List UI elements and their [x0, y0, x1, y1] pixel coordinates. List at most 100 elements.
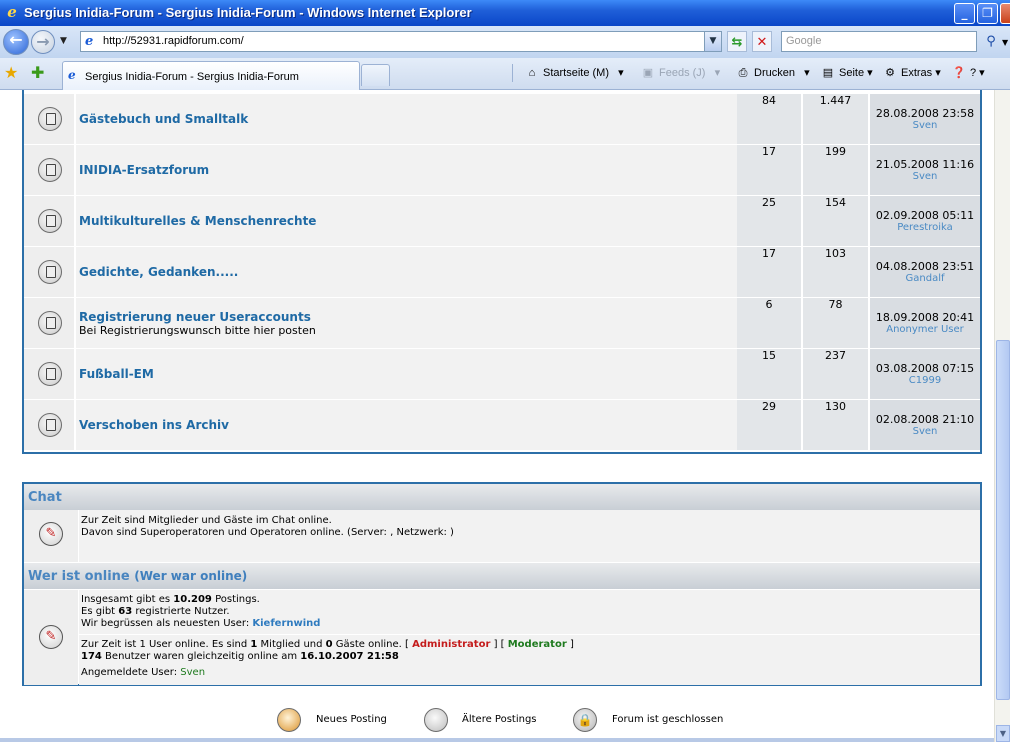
forum-link[interactable]: Gästebuch und Smalltalk	[79, 113, 759, 126]
tab-toolbar: ★ ✚ e Sergius Inidia-Forum - Sergius Ini…	[0, 58, 1010, 90]
search-input[interactable]: Google	[781, 31, 977, 52]
last-post-date: 02.08.2008 21:10	[875, 413, 975, 426]
close-button[interactable]	[1000, 3, 1010, 24]
older-postings-icon	[424, 708, 448, 732]
home-icon: ⌂	[528, 67, 536, 79]
current-online-line: Zur Zeit ist 1 User online. Es sind 1 Mi…	[81, 639, 574, 650]
status-bar-edge	[0, 738, 994, 742]
refresh-button[interactable]: ⇆	[727, 31, 747, 52]
forum-description: Bei Registrierungswunsch bitte hier post…	[79, 324, 316, 337]
help-menu-button[interactable]: ❓? ▾	[951, 66, 985, 79]
home-button[interactable]: ⌂ Startseite (M) ▾	[524, 66, 624, 79]
topic-count: 17	[737, 145, 802, 195]
post-count: 78	[803, 298, 869, 348]
online-users-icon: ✎	[39, 625, 63, 649]
forum-old-posts-icon	[38, 311, 62, 335]
last-post-user-link[interactable]: Sven	[870, 120, 980, 132]
newest-user-line: Wir begrüssen als neuesten User: Kiefern…	[81, 618, 321, 629]
table-row: Verschoben ins Archiv 29 130 02.08.2008 …	[24, 400, 980, 451]
printer-icon: ⎙	[738, 67, 748, 79]
page-menu-button[interactable]: ▤ Seite ▾	[820, 66, 873, 79]
table-row: Fußball-EM 15 237 03.08.2008 07:15 C1999	[24, 349, 980, 400]
topic-count: 17	[737, 247, 802, 297]
chat-row: ✎ Zur Zeit sind Mitglieder und Gäste im …	[24, 510, 980, 562]
search-dropdown-icon[interactable]: ▼	[1002, 38, 1008, 47]
refresh-icon: ⇆	[731, 35, 743, 50]
last-post-user-link[interactable]: Gandalf	[870, 273, 980, 285]
page-menu-icon: ▤	[822, 67, 834, 79]
legend-new-label: Neues Posting	[316, 714, 387, 725]
forum-old-posts-icon	[38, 158, 62, 182]
tab-label: Sergius Inidia-Forum - Sergius Inidia-Fo…	[85, 71, 299, 83]
stop-icon: ✕	[756, 35, 768, 50]
back-button[interactable]: ←	[3, 29, 29, 55]
table-row: INIDIA-Ersatzforum 17 199 21.05.2008 11:…	[24, 145, 980, 196]
new-tab-button[interactable]	[361, 64, 390, 86]
legend-locked-label: Forum ist geschlossen	[612, 714, 724, 725]
last-post-user-link[interactable]: Perestroika	[870, 222, 980, 234]
scroll-down-icon[interactable]: ▼	[996, 725, 1010, 742]
forum-old-posts-icon	[38, 260, 62, 284]
table-row: Multikulturelles & Menschenrechte 25 154…	[24, 196, 980, 247]
record-online-line: 174 Benutzer waren gleichzeitig online a…	[81, 651, 399, 662]
new-posting-icon	[277, 708, 301, 732]
post-count: 130	[803, 400, 869, 450]
scrollbar-thumb[interactable]	[996, 340, 1010, 700]
postings-stat: Insgesamt gibt es 10.209 Postings.	[81, 594, 260, 605]
tab-forum[interactable]: e Sergius Inidia-Forum - Sergius Inidia-…	[62, 61, 360, 90]
moderator-link[interactable]: Moderator	[508, 639, 567, 650]
logged-in-user-link[interactable]: Sven	[180, 667, 205, 678]
search-button[interactable]: ⚲	[980, 31, 1002, 52]
online-header: Wer ist online (Wer war online)	[24, 563, 980, 589]
last-post-user-link[interactable]: C1999	[870, 375, 980, 387]
arrow-left-icon: ←	[9, 30, 23, 49]
minimize-button[interactable]: _	[954, 3, 975, 24]
last-post-user-link[interactable]: Sven	[870, 426, 980, 438]
maximize-button[interactable]: ❐	[977, 3, 998, 24]
topic-count: 15	[737, 349, 802, 399]
arrow-right-icon: →	[36, 32, 50, 51]
forum-link[interactable]: Verschoben ins Archiv	[79, 419, 759, 432]
forum-link[interactable]: Registrierung neuer Useraccounts	[79, 311, 759, 324]
last-post-date: 28.08.2008 23:58	[875, 107, 975, 120]
last-post-date: 18.09.2008 20:41	[875, 311, 975, 324]
address-bar[interactable]: e http://52931.rapidforum.com/ ▼	[80, 31, 722, 52]
post-count: 154	[803, 196, 869, 246]
tools-menu-button[interactable]: ⚙ Extras ▾	[882, 66, 941, 79]
help-icon: ❓	[952, 67, 966, 79]
forum-old-posts-icon	[38, 362, 62, 386]
forum-old-posts-icon	[38, 413, 62, 437]
chat-title[interactable]: Chat	[28, 490, 62, 505]
newest-user-link[interactable]: Kiefernwind	[252, 618, 320, 629]
forum-link[interactable]: Fußball-EM	[79, 368, 759, 381]
topic-count: 6	[737, 298, 802, 348]
ie-logo-icon: e	[7, 3, 17, 21]
table-row: Gedichte, Gedanken..... 17 103 04.08.200…	[24, 247, 980, 298]
vertical-scrollbar[interactable]: ▼	[994, 90, 1010, 742]
address-dropdown-icon[interactable]: ▼	[704, 32, 721, 51]
forum-link[interactable]: Gedichte, Gedanken.....	[79, 266, 759, 279]
administrator-link[interactable]: Administrator	[412, 639, 490, 650]
page-viewport: Gästebuch und Smalltalk 84 1.447 28.08.2…	[0, 90, 1010, 742]
online-title[interactable]: Wer ist online	[28, 569, 130, 584]
table-row: Gästebuch und Smalltalk 84 1.447 28.08.2…	[24, 94, 980, 145]
favorites-star-icon[interactable]: ★	[4, 63, 18, 82]
stop-button[interactable]: ✕	[752, 31, 772, 52]
add-favorite-icon[interactable]: ✚	[31, 63, 44, 82]
forum-link[interactable]: INIDIA-Ersatzforum	[79, 164, 759, 177]
print-button[interactable]: ⎙ Drucken ▾	[735, 66, 810, 80]
feeds-button[interactable]: ▣ Feeds (J) ▾	[640, 66, 720, 79]
history-dropdown-icon[interactable]: ▼	[60, 36, 67, 46]
title-bar: e Sergius Inidia-Forum - Sergius Inidia-…	[0, 0, 1010, 26]
last-post-user-link[interactable]: Anonymer User	[870, 324, 980, 336]
last-post-user-link[interactable]: Sven	[870, 171, 980, 183]
chat-online-panel: Chat ✎ Zur Zeit sind Mitglieder und Gäst…	[22, 482, 982, 686]
chat-icon: ✎	[39, 522, 63, 546]
online-history-link[interactable]: (Wer war online)	[134, 569, 247, 583]
last-post-date: 02.09.2008 05:11	[875, 209, 975, 222]
url-text[interactable]: http://52931.rapidforum.com/	[103, 35, 244, 47]
forward-button[interactable]: →	[31, 30, 55, 54]
topic-count: 29	[737, 400, 802, 450]
forum-link[interactable]: Multikulturelles & Menschenrechte	[79, 215, 759, 228]
table-row: Registrierung neuer Useraccounts Bei Regi…	[24, 298, 980, 349]
